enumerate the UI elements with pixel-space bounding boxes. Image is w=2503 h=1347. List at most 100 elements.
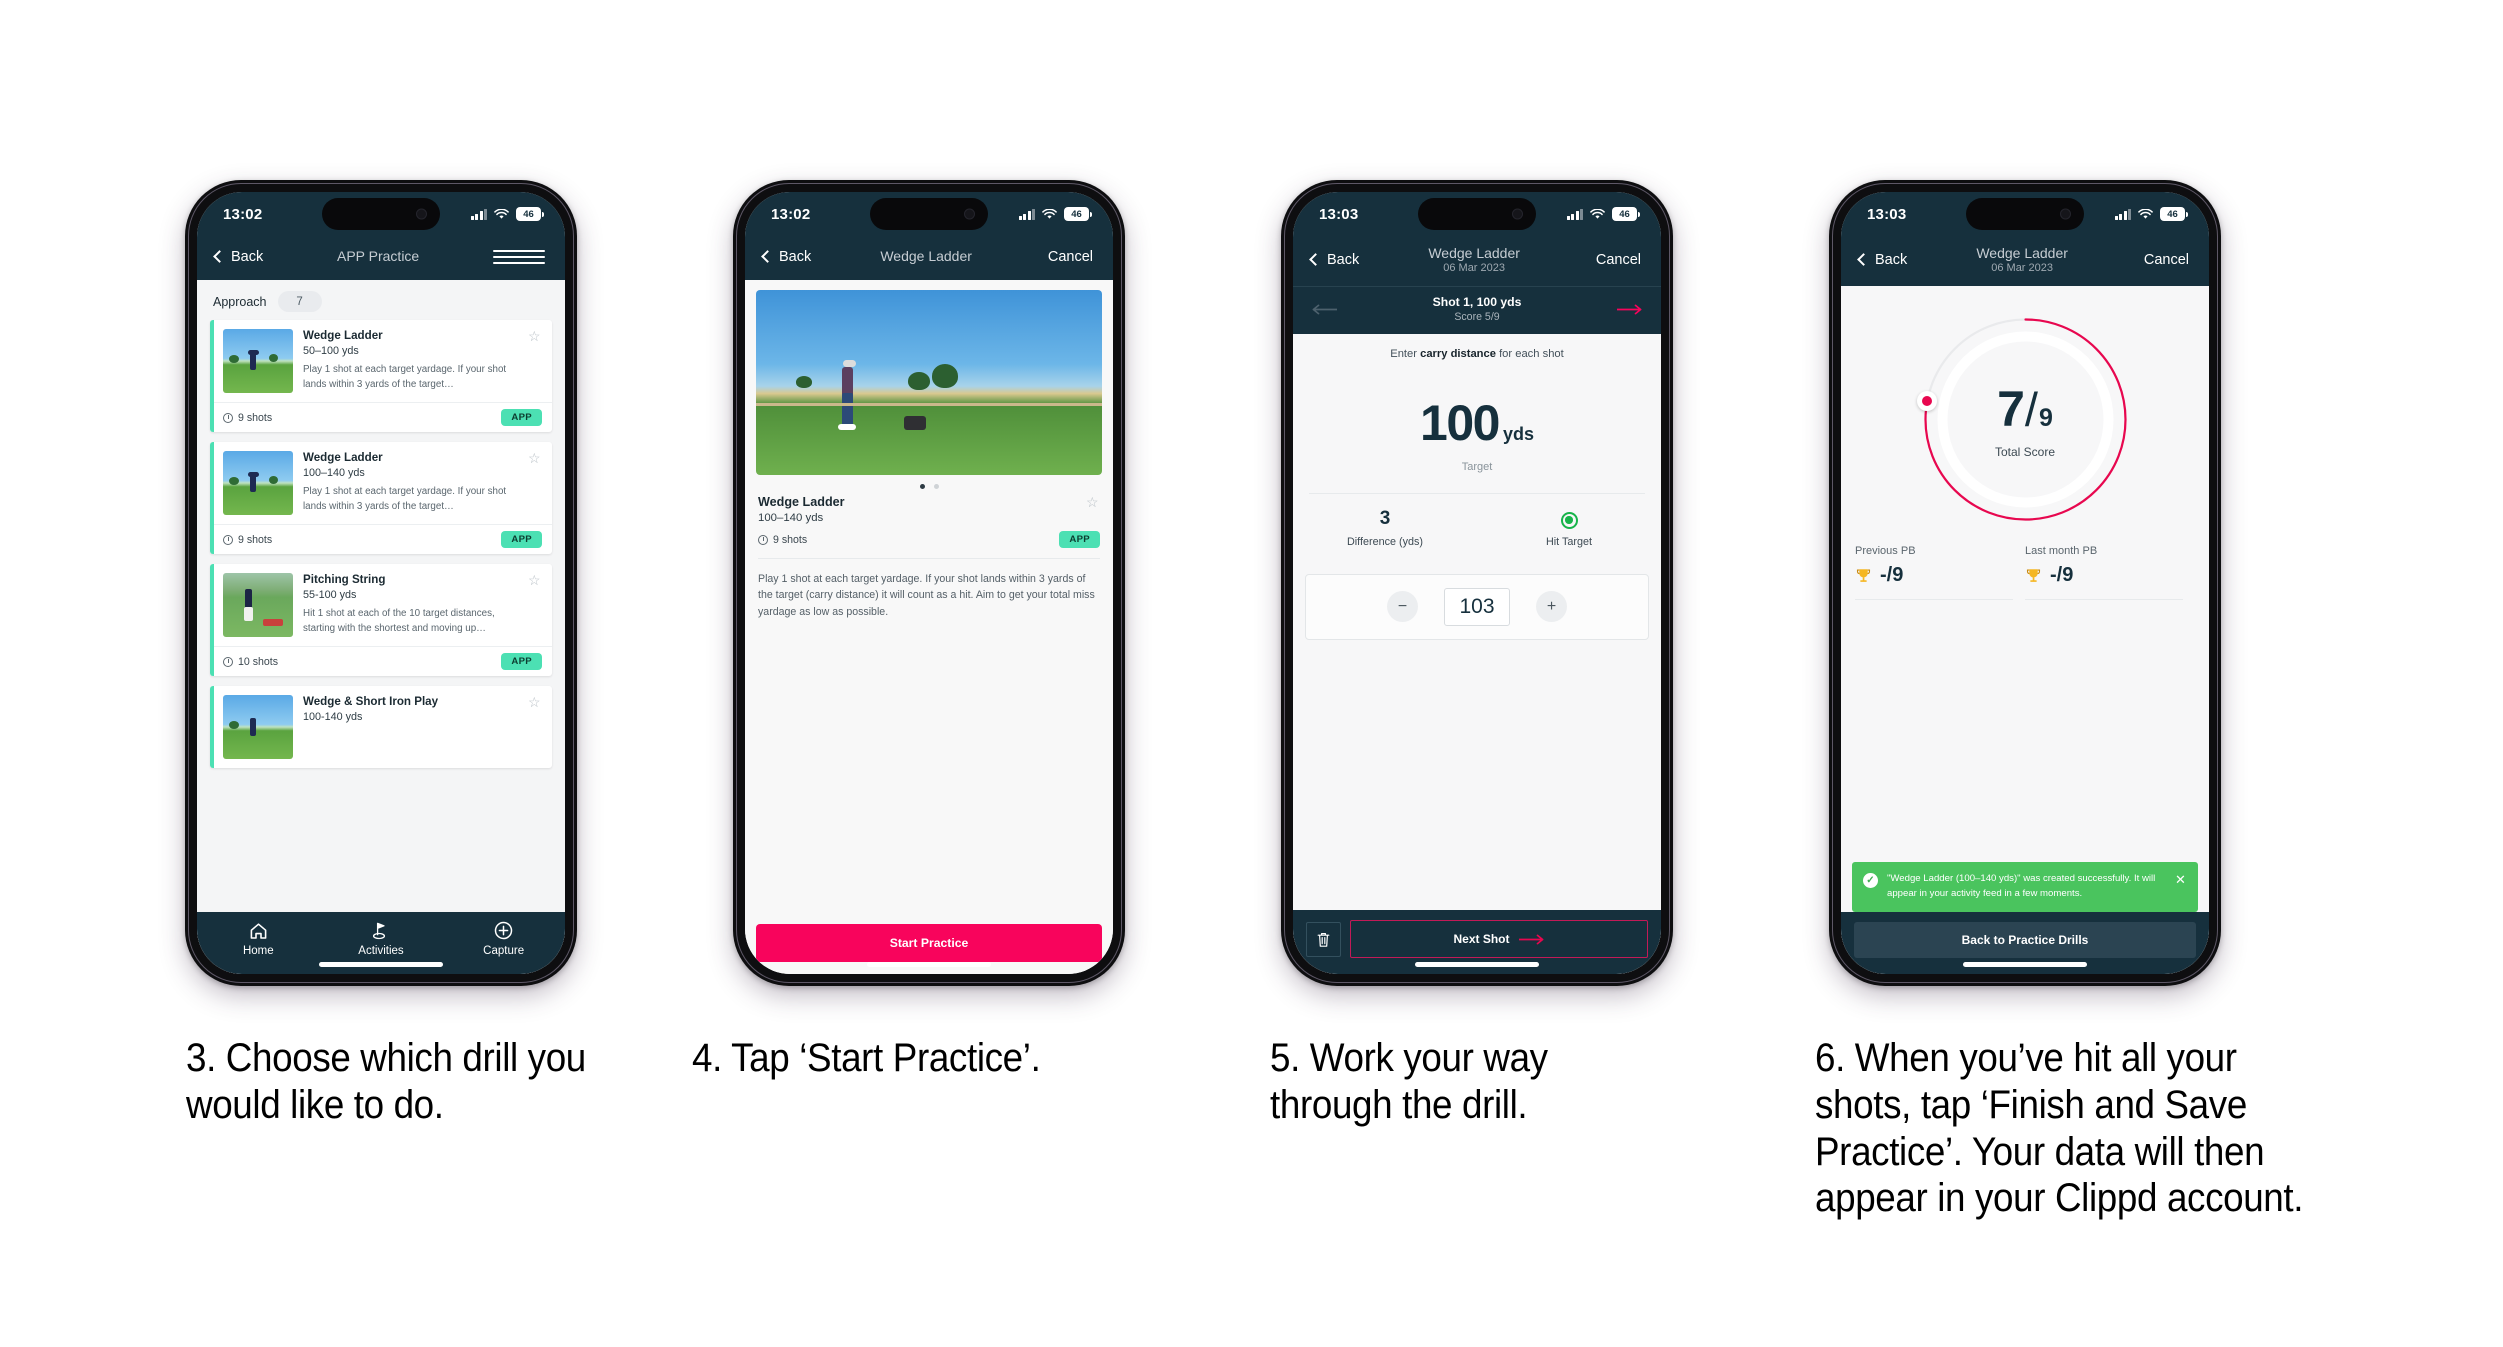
difference-label: Difference (yds): [1346, 535, 1423, 548]
personal-bests: Previous PB -/9 Last month PB -/9: [1841, 527, 2209, 601]
trash-icon: [1317, 932, 1330, 947]
star-outline-icon[interactable]: ☆: [528, 451, 542, 515]
shot-count: 9 shots: [223, 412, 272, 424]
last-month-pb-value-row: -/9: [2025, 564, 2183, 587]
category-badge: APP: [501, 409, 542, 426]
score-label: Score 5/9: [1454, 310, 1500, 323]
drill-card-info: Wedge Ladder 50–100 yds Play 1 shot at e…: [303, 329, 518, 393]
page-title: Wedge Ladder: [880, 248, 972, 265]
chevron-left-icon: [761, 250, 774, 263]
category-badge: APP: [501, 531, 542, 548]
success-toast: ✓ "Wedge Ladder (100–140 yds)" was creat…: [1852, 862, 2198, 912]
front-camera-icon: [964, 208, 975, 220]
tab-home-label: Home: [242, 945, 274, 957]
increment-button[interactable]: +: [1536, 591, 1567, 623]
hit-target-label: Hit Target: [1545, 535, 1592, 548]
menu-button[interactable]: [492, 246, 545, 268]
back-button[interactable]: Back: [1857, 252, 1907, 268]
star-outline-icon[interactable]: ☆: [528, 329, 542, 393]
back-button[interactable]: Back: [213, 249, 263, 265]
previous-pb: Previous PB -/9: [1855, 545, 2025, 601]
cancel-button[interactable]: Cancel: [1589, 252, 1641, 268]
shot-navigator: Shot 1, 100 yds Score 5/9: [1293, 286, 1661, 334]
back-to-practice-drills-button[interactable]: Back to Practice Drills: [1854, 922, 2196, 958]
hamburger-menu-icon: [492, 249, 545, 265]
arrow-left-icon[interactable]: [1311, 300, 1338, 319]
drill-card[interactable]: Pitching String 55-100 yds Hit 1 shot at…: [210, 564, 552, 676]
trophy-icon: [2026, 569, 2041, 583]
target-distance: 100 yds Target: [1293, 394, 1661, 473]
carousel-dot[interactable]: [933, 484, 939, 489]
drill-card[interactable]: Wedge Ladder 100–140 yds Play 1 shot at …: [210, 442, 552, 554]
decrement-button[interactable]: −: [1387, 591, 1418, 623]
dynamic-island: [1418, 198, 1536, 230]
divider: [1855, 599, 2013, 601]
filter-label: Approach: [213, 294, 267, 309]
drill-card-info: Wedge Ladder 100–140 yds Play 1 shot at …: [303, 451, 518, 515]
star-outline-icon[interactable]: ☆: [1086, 495, 1100, 509]
carousel-dots[interactable]: [745, 475, 1113, 493]
drill-title: Pitching String: [303, 573, 386, 586]
phone-2-frame: 13:02 46 Back Wedge Ladder Cancel Wedge …: [733, 180, 1125, 986]
last-month-pb-label: Last month PB: [2025, 545, 2098, 558]
status-indicators: 46: [1018, 207, 1092, 221]
drill-card-footer: 9 shots APP: [210, 402, 552, 432]
drill-title: Wedge Ladder: [303, 451, 383, 464]
nav-bar: Back Wedge Ladder 06 Mar 2023 Cancel: [1293, 236, 1661, 287]
shot-count: 9 shots: [223, 534, 272, 546]
difference-value: 3: [1379, 507, 1391, 529]
shot-stats: 3 Difference (yds) Hit Target: [1293, 494, 1661, 548]
phone-1-frame: 13:02 46 Back APP Practice Approach 7 We…: [185, 180, 577, 986]
dynamic-island: [1966, 198, 2084, 230]
page-subtitle-text: 06 Mar 2023: [1443, 262, 1505, 275]
drill-range: 50–100 yds: [303, 345, 359, 358]
tab-activities[interactable]: Activities: [320, 921, 441, 957]
previous-pb-value: -/9: [1880, 564, 1904, 587]
nav-bar: Back Wedge Ladder 06 Mar 2023 Cancel: [1841, 236, 2209, 287]
carry-distance-input[interactable]: 103: [1444, 587, 1510, 626]
drill-card-top: Wedge Ladder 50–100 yds Play 1 shot at e…: [210, 320, 552, 402]
star-outline-icon[interactable]: ☆: [528, 695, 542, 759]
drill-card[interactable]: Wedge Ladder 50–100 yds Play 1 shot at e…: [210, 320, 552, 432]
back-button[interactable]: Back: [1309, 252, 1359, 268]
star-outline-icon[interactable]: ☆: [528, 573, 542, 637]
cancel-button[interactable]: Cancel: [2137, 252, 2189, 268]
carry-distance-stepper[interactable]: − 103 +: [1305, 573, 1649, 640]
filter-count-chip[interactable]: 7: [277, 291, 322, 312]
shot-count-label: 9 shots: [238, 533, 273, 546]
delete-shot-button[interactable]: [1306, 921, 1341, 957]
cancel-button[interactable]: Cancel: [1041, 249, 1093, 265]
drill-card[interactable]: Wedge & Short Iron Play 100-140 yds ☆: [210, 686, 552, 768]
drill-range: 55-100 yds: [303, 589, 357, 602]
battery-indicator: 46: [516, 207, 544, 221]
divider: [2025, 599, 2183, 601]
drill-list[interactable]: Approach 7 Wedge Ladder 50–100 yds Play …: [197, 280, 565, 974]
tab-capture[interactable]: Capture: [443, 921, 564, 957]
close-icon[interactable]: ✕: [2175, 873, 2187, 886]
phone-2-screen: 13:02 46 Back Wedge Ladder Cancel Wedge …: [745, 192, 1113, 974]
back-button[interactable]: Back: [761, 249, 812, 265]
drill-description: Play 1 shot at each target yardage. If y…: [303, 364, 507, 390]
drill-card-footer: 9 shots APP: [210, 524, 552, 554]
clock-icon: [223, 412, 233, 423]
drill-hero-image[interactable]: [756, 290, 1102, 475]
status-bar: 13:02 46: [197, 192, 565, 236]
drill-description: Play 1 shot at each target yardage. If y…: [303, 486, 507, 512]
back-label: Back: [779, 249, 812, 265]
nav-bar: Back APP Practice: [197, 236, 565, 280]
arrow-right-icon: [1518, 934, 1543, 944]
target-unit: yds: [1502, 423, 1534, 444]
toast-message: "Wedge Ladder (100–140 yds)" was created…: [1887, 873, 2156, 899]
caption-step-3: 3. Choose which drill you would like to …: [186, 1036, 586, 1127]
chevron-left-icon: [1309, 253, 1322, 267]
page-title-text: Wedge Ladder: [880, 248, 972, 265]
arrow-right-icon[interactable]: [1616, 300, 1643, 319]
carousel-dot-active[interactable]: [919, 484, 925, 489]
drill-header: Wedge Ladder 100–140 yds ☆: [745, 493, 1113, 524]
score-center: 7 / 9 Total Score: [1918, 312, 2133, 527]
category-badge: APP: [501, 653, 542, 670]
drill-range: 100–140 yds: [758, 512, 824, 524]
tab-home[interactable]: Home: [198, 921, 319, 957]
next-shot-button[interactable]: Next Shot: [1350, 920, 1648, 958]
start-practice-button[interactable]: Start Practice: [756, 924, 1102, 962]
